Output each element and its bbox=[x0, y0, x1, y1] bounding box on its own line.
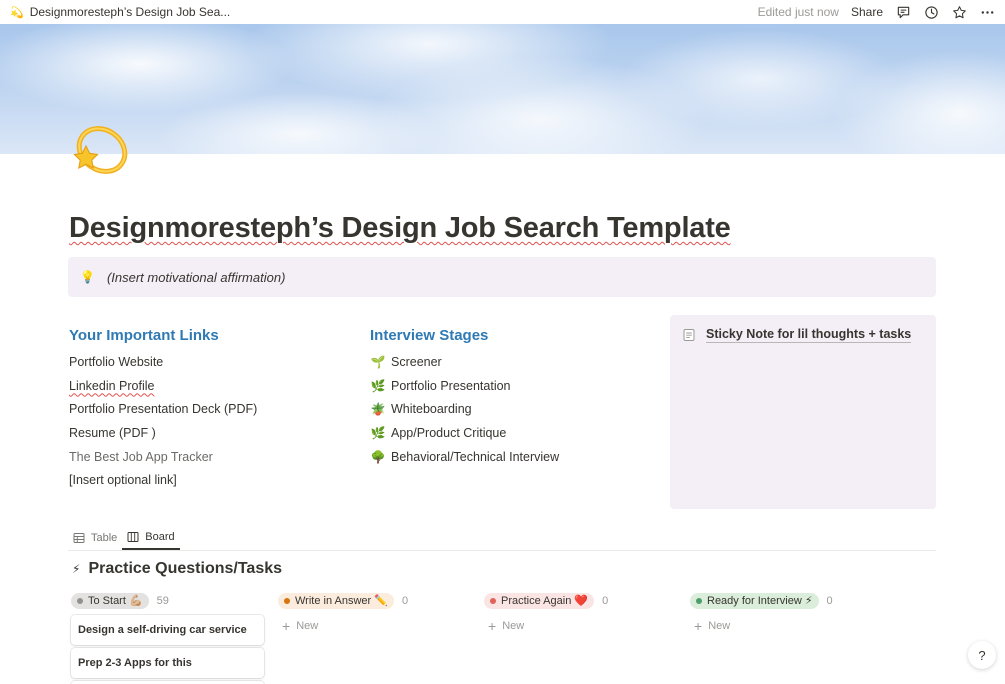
stage-behavioral-technical[interactable]: 🌳 Behavioral/Technical Interview bbox=[370, 445, 650, 469]
seedling-icon: 🌱 bbox=[370, 354, 386, 369]
tab-board-label: Board bbox=[145, 530, 175, 543]
stage-screener[interactable]: 🌱 Screener bbox=[370, 350, 650, 374]
tab-table-label: Table bbox=[91, 531, 118, 544]
tab-table[interactable]: Table bbox=[68, 525, 122, 550]
callout-text: (Insert motivational affirmation) bbox=[106, 269, 286, 285]
status-dot bbox=[284, 597, 290, 604]
dizzy-star-icon[interactable] bbox=[68, 120, 130, 182]
status-label: Ready for Interview ⚡ bbox=[707, 595, 813, 607]
plus-icon: + bbox=[488, 618, 497, 634]
sticky-note-block[interactable]: Sticky Note for lil thoughts + tasks bbox=[670, 315, 936, 509]
plus-icon: + bbox=[282, 618, 291, 634]
page-emoji-icon: 💫 bbox=[10, 6, 24, 19]
lightning-icon: ⚡ bbox=[72, 562, 81, 576]
herb-icon: 🌿 bbox=[370, 425, 386, 440]
stage-label: Screener bbox=[391, 354, 442, 369]
favorite-star-icon[interactable] bbox=[951, 4, 967, 20]
board-icon bbox=[127, 531, 139, 542]
links-heading: Your Important Links bbox=[69, 327, 219, 344]
stage-whiteboarding[interactable]: 🪴 Whiteboarding bbox=[370, 397, 650, 421]
top-bar: 💫 Designmoresteph’s Design Job Sea... Ed… bbox=[0, 0, 1005, 24]
column-count: 0 bbox=[602, 594, 609, 607]
status-pill-ready-for-interview[interactable]: Ready for Interview ⚡ bbox=[690, 592, 819, 609]
status-pill-to-start[interactable]: To Start 💪🏼 bbox=[71, 592, 149, 609]
board-column-to-start: To Start 💪🏼 59 Design a self-driving car… bbox=[71, 592, 264, 684]
lightbulb-icon: 💡 bbox=[80, 270, 95, 284]
board-card[interactable]: Prep 2-3 Apps for this bbox=[71, 648, 264, 678]
new-card-button[interactable]: + New bbox=[484, 619, 608, 633]
share-button[interactable]: Share bbox=[851, 5, 883, 19]
link-optional[interactable]: [Insert optional link] bbox=[69, 468, 349, 492]
board-column-write-in-answer: Write in Answer ✏️ 0 + New bbox=[278, 592, 408, 633]
new-card-button[interactable]: + New bbox=[690, 619, 833, 633]
database-title-text: Practice Questions/Tasks bbox=[88, 560, 283, 577]
sticky-note-link[interactable]: Sticky Note for lil thoughts + tasks bbox=[682, 327, 924, 343]
link-presentation-deck[interactable]: Portfolio Presentation Deck (PDF) bbox=[69, 397, 349, 421]
stage-label: App/Product Critique bbox=[391, 425, 507, 440]
stage-label: Portfolio Presentation bbox=[391, 378, 511, 393]
status-dot bbox=[490, 597, 496, 604]
stage-portfolio-presentation[interactable]: 🌿 Portfolio Presentation bbox=[370, 374, 650, 398]
stage-label: Behavioral/Technical Interview bbox=[391, 449, 560, 464]
affirmation-callout[interactable]: 💡 (Insert motivational affirmation) bbox=[68, 257, 936, 297]
cover-image[interactable] bbox=[0, 24, 1005, 154]
board-card[interactable]: Design a self-driving car service bbox=[71, 615, 264, 645]
tab-board[interactable]: Board bbox=[122, 525, 180, 550]
edited-status: Edited just now bbox=[757, 5, 839, 19]
new-card-button[interactable]: + New bbox=[278, 619, 408, 633]
status-label: Write in Answer ✏️ bbox=[295, 595, 388, 607]
breadcrumb-title[interactable]: Designmoresteph’s Design Job Sea... bbox=[30, 5, 231, 19]
breadcrumb[interactable]: 💫 Designmoresteph’s Design Job Sea... bbox=[10, 5, 230, 19]
plus-icon: + bbox=[694, 618, 703, 634]
tree-icon: 🌳 bbox=[370, 449, 386, 464]
status-label: Practice Again ❤️ bbox=[501, 595, 589, 607]
herb-icon: 🌿 bbox=[370, 378, 386, 393]
new-label: New bbox=[708, 620, 731, 632]
database-view-tabs: Table Board bbox=[68, 526, 936, 551]
more-options-icon[interactable] bbox=[979, 4, 995, 20]
link-linkedin-text: Linkedin Profile bbox=[69, 378, 155, 393]
interview-stages-column: Interview Stages 🌱 Screener 🌿 Portfolio … bbox=[370, 327, 650, 468]
potted-plant-icon: 🪴 bbox=[370, 402, 386, 417]
link-portfolio-website[interactable]: Portfolio Website bbox=[69, 350, 349, 374]
link-job-app-tracker[interactable]: The Best Job App Tracker bbox=[69, 445, 349, 469]
note-page-icon bbox=[682, 328, 696, 342]
page-title[interactable]: Designmoresteph’s Design Job Search Temp… bbox=[69, 212, 731, 245]
history-clock-icon[interactable] bbox=[923, 4, 939, 20]
board-column-practice-again: Practice Again ❤️ 0 + New bbox=[484, 592, 608, 633]
status-dot bbox=[696, 597, 702, 604]
stage-app-product-critique[interactable]: 🌿 App/Product Critique bbox=[370, 421, 650, 445]
column-count: 0 bbox=[401, 594, 409, 607]
link-linkedin-profile[interactable]: Linkedin Profile bbox=[69, 374, 349, 398]
link-resume[interactable]: Resume (PDF ) bbox=[69, 421, 349, 445]
page-title-text: Designmoresteph’s Design Job Search Temp… bbox=[69, 212, 731, 244]
board-column-ready-for-interview: Ready for Interview ⚡ 0 + New bbox=[690, 592, 833, 633]
table-icon bbox=[73, 532, 85, 543]
stage-label: Whiteboarding bbox=[391, 402, 472, 417]
status-pill-practice-again[interactable]: Practice Again ❤️ bbox=[484, 592, 595, 609]
column-count: 59 bbox=[156, 594, 169, 607]
help-button[interactable]: ? bbox=[968, 641, 996, 669]
status-pill-write-in-answer[interactable]: Write in Answer ✏️ bbox=[278, 592, 394, 609]
status-label: To Start 💪🏼 bbox=[88, 595, 143, 607]
comment-icon[interactable] bbox=[895, 4, 911, 20]
database-title[interactable]: ⚡ Practice Questions/Tasks bbox=[72, 560, 282, 578]
status-dot bbox=[77, 597, 83, 604]
new-label: New bbox=[296, 620, 319, 632]
column-count: 0 bbox=[826, 594, 833, 607]
new-label: New bbox=[502, 620, 525, 632]
important-links-column: Your Important Links Portfolio Website L… bbox=[69, 327, 349, 492]
stages-heading: Interview Stages bbox=[370, 327, 489, 344]
sticky-note-title: Sticky Note for lil thoughts + tasks bbox=[706, 327, 912, 343]
